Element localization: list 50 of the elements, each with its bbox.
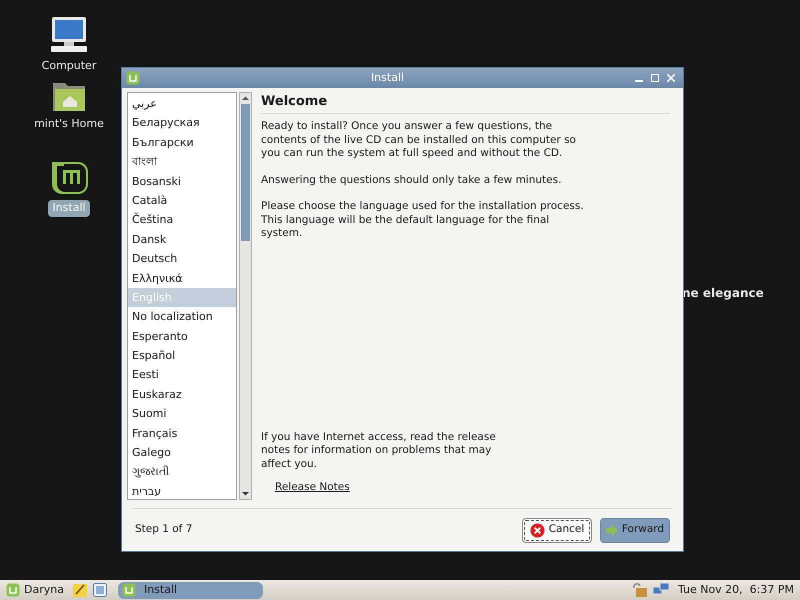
welcome-paragraph: Ready to install? Once you answer a few questions, the contents of the live CD can be installed on this computer so you can run the system at full speed and without the CD.	[261, 120, 577, 160]
cancel-button[interactable]: Cancel	[522, 518, 592, 542]
mint-logo-icon	[50, 160, 88, 196]
screenshot-icon[interactable]	[92, 582, 108, 598]
close-icon[interactable]	[667, 74, 675, 82]
forward-button[interactable]: Forward	[600, 518, 670, 542]
window-title: Install	[370, 70, 406, 86]
clock[interactable]: Tue Nov 20, 6:37 PM	[678, 582, 794, 598]
language-item[interactable]: বাংলা	[128, 152, 236, 172]
taskbar-window-button[interactable]: Install	[118, 582, 263, 598]
language-item[interactable]: Dansk	[128, 230, 236, 250]
language-item[interactable]: ગુજરાતી	[128, 462, 236, 482]
step-indicator: Step 1 of 7	[135, 522, 194, 538]
computer-icon	[49, 16, 89, 54]
text-editor-icon[interactable]	[72, 582, 88, 598]
language-item[interactable]: Suomi	[128, 404, 236, 424]
home-folder-icon	[52, 80, 86, 112]
language-item[interactable]: Deutsch	[128, 249, 236, 269]
scrollbar[interactable]	[239, 92, 252, 500]
app-icon	[126, 71, 140, 85]
language-item[interactable]: Eesti	[128, 365, 236, 385]
language-item[interactable]: Español	[128, 346, 236, 366]
forward-arrow-icon	[606, 524, 618, 536]
language-item[interactable]: Беларуская	[128, 113, 236, 133]
language-item[interactable]: Euskaraz	[128, 384, 236, 404]
language-item[interactable]: Français	[128, 424, 236, 444]
language-item[interactable]: Ελληνικά	[128, 268, 236, 288]
page-heading: Welcome	[261, 93, 328, 111]
welcome-paragraph: Answering the questions should only take a few minutes.	[261, 174, 562, 187]
app-icon	[122, 583, 136, 597]
language-item[interactable]: Български	[128, 132, 236, 152]
maximize-icon[interactable]	[651, 74, 659, 82]
desktop-icon-label[interactable]: mint's Home	[30, 116, 108, 132]
language-item[interactable]: Galego	[128, 443, 236, 462]
language-item[interactable]: Català	[128, 190, 236, 210]
menu-button[interactable]: Daryna	[6, 582, 68, 598]
release-notes-paragraph: If you have Internet access, read the release notes for information on problems that may affect you.	[261, 430, 497, 472]
welcome-paragraph: Please choose the language used for the installation process. This language will be the default language for the final system.	[261, 200, 585, 240]
language-item[interactable]: عربي	[128, 94, 236, 114]
cancel-icon	[530, 522, 545, 538]
scrollbar-thumb[interactable]	[241, 104, 250, 241]
language-item[interactable]: Esperanto	[128, 326, 236, 346]
desktop-icon-label[interactable]: Computer	[38, 58, 100, 74]
package-update-icon[interactable]	[632, 582, 648, 598]
language-item[interactable]: עברית	[128, 482, 236, 502]
language-item[interactable]: Bosanski	[128, 172, 236, 191]
language-item[interactable]: No localization	[128, 307, 236, 327]
release-notes-link[interactable]: Release Notes	[275, 480, 350, 496]
language-item[interactable]: Čeština	[128, 210, 236, 230]
mint-menu-icon	[6, 583, 20, 597]
